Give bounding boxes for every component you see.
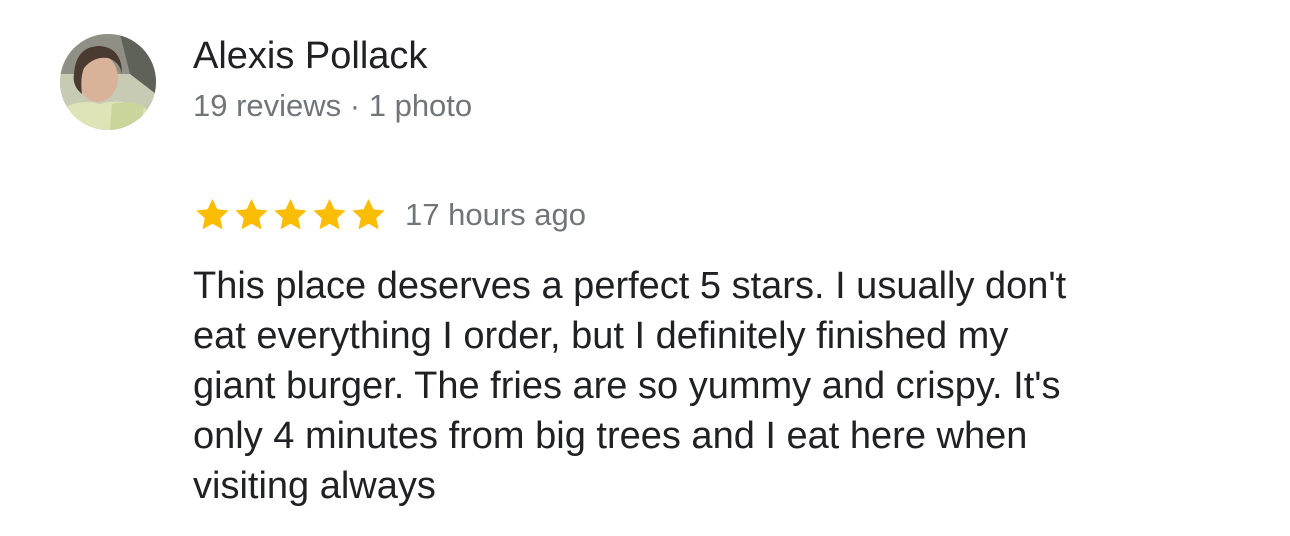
star-icon: [313, 198, 346, 230]
author-meta: 19 reviews · 1 photo: [193, 88, 473, 123]
review-text-line: giant burger. The fries are so yummy and…: [193, 365, 1061, 407]
rating-row: 17 hours ago: [193, 193, 586, 237]
author-name[interactable]: Alexis Pollack: [193, 33, 427, 79]
review-time: 17 hours ago: [405, 197, 586, 232]
avatar[interactable]: [60, 34, 156, 130]
profile-photo-icon: [60, 34, 156, 130]
star-rating: [193, 196, 388, 234]
review-text-line: eat everything I order, but I definitely…: [193, 315, 1009, 357]
review-text-line: This place deserves a perfect 5 stars. I…: [193, 265, 1067, 307]
review-text-line: visiting always: [193, 465, 436, 507]
review-text-line: only 4 minutes from big trees and I eat …: [193, 415, 1028, 457]
star-icon: [235, 198, 268, 230]
star-icon: [352, 198, 385, 230]
review-text: This place deserves a perfect 5 stars. I…: [193, 261, 1223, 511]
star-icon: [274, 198, 307, 230]
star-icon: [196, 198, 229, 230]
